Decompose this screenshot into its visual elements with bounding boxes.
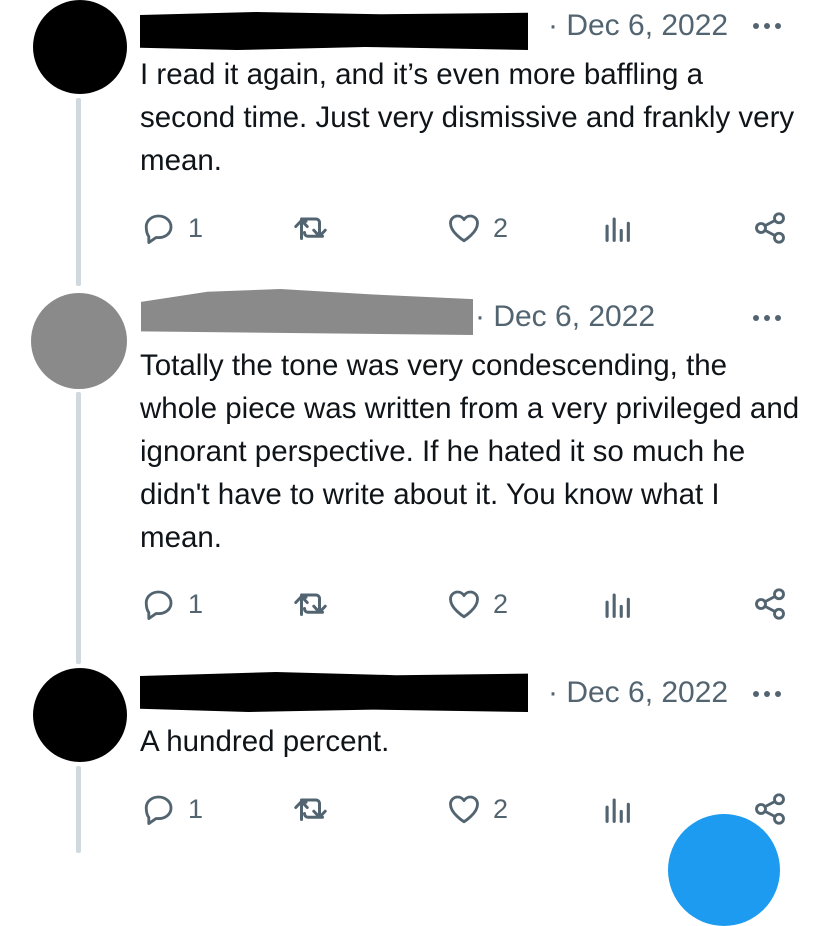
views-button[interactable] (600, 212, 634, 246)
reply-button[interactable]: 1 (140, 586, 203, 622)
retweet-button[interactable] (291, 586, 333, 622)
more-icon[interactable] (753, 20, 781, 32)
share-icon (755, 793, 785, 825)
tweet-date[interactable]: · Dec 6, 2022 (475, 299, 655, 335)
retweet-icon (294, 217, 327, 240)
tweet-date[interactable]: · Dec 6, 2022 (548, 8, 728, 44)
like-button[interactable]: 2 (445, 210, 508, 246)
like-button[interactable]: 2 (445, 791, 508, 827)
reply-count: 1 (188, 793, 204, 824)
share-icon (755, 212, 785, 244)
views-button[interactable] (600, 793, 634, 827)
more-icon[interactable] (753, 688, 781, 700)
redacted-username (140, 12, 528, 50)
tweet-text: I read it again, and it’s even more baff… (140, 58, 795, 177)
share-icon (755, 588, 785, 620)
retweet-icon (294, 593, 327, 616)
reply-count: 1 (188, 212, 204, 243)
thread-line (76, 392, 81, 664)
share-button[interactable] (752, 791, 788, 827)
reply-icon (144, 214, 173, 244)
avatar[interactable] (33, 0, 127, 94)
redacted-username (141, 289, 473, 335)
redacted-username (140, 672, 528, 712)
reply-button[interactable]: 1 (140, 210, 203, 246)
views-button[interactable] (600, 588, 634, 622)
tweet-text: A hundred percent. (140, 725, 390, 758)
thread-line (76, 98, 81, 286)
avatar[interactable] (33, 668, 127, 762)
thread-line (76, 766, 81, 853)
reply-button[interactable]: 1 (140, 791, 203, 827)
reply-count: 1 (188, 588, 204, 619)
tweet-text: Totally the tone was very condescending,… (140, 349, 800, 554)
retweet-icon (294, 798, 327, 821)
like-icon (449, 795, 479, 824)
reply-icon (144, 590, 173, 620)
more-icon[interactable] (753, 312, 781, 324)
like-count: 2 (493, 212, 509, 243)
retweet-button[interactable] (291, 791, 333, 827)
views-icon (605, 593, 630, 618)
views-icon (605, 217, 630, 242)
like-icon (449, 590, 479, 619)
compose-fab-button[interactable] (668, 814, 780, 926)
views-icon (605, 798, 630, 823)
avatar[interactable] (31, 293, 127, 389)
like-button[interactable]: 2 (445, 586, 508, 622)
like-count: 2 (493, 588, 509, 619)
reply-icon (144, 795, 173, 825)
like-count: 2 (493, 793, 509, 824)
like-icon (449, 214, 479, 243)
retweet-button[interactable] (291, 210, 333, 246)
share-button[interactable] (752, 586, 788, 622)
tweet-date[interactable]: · Dec 6, 2022 (548, 675, 728, 711)
share-button[interactable] (752, 210, 788, 246)
